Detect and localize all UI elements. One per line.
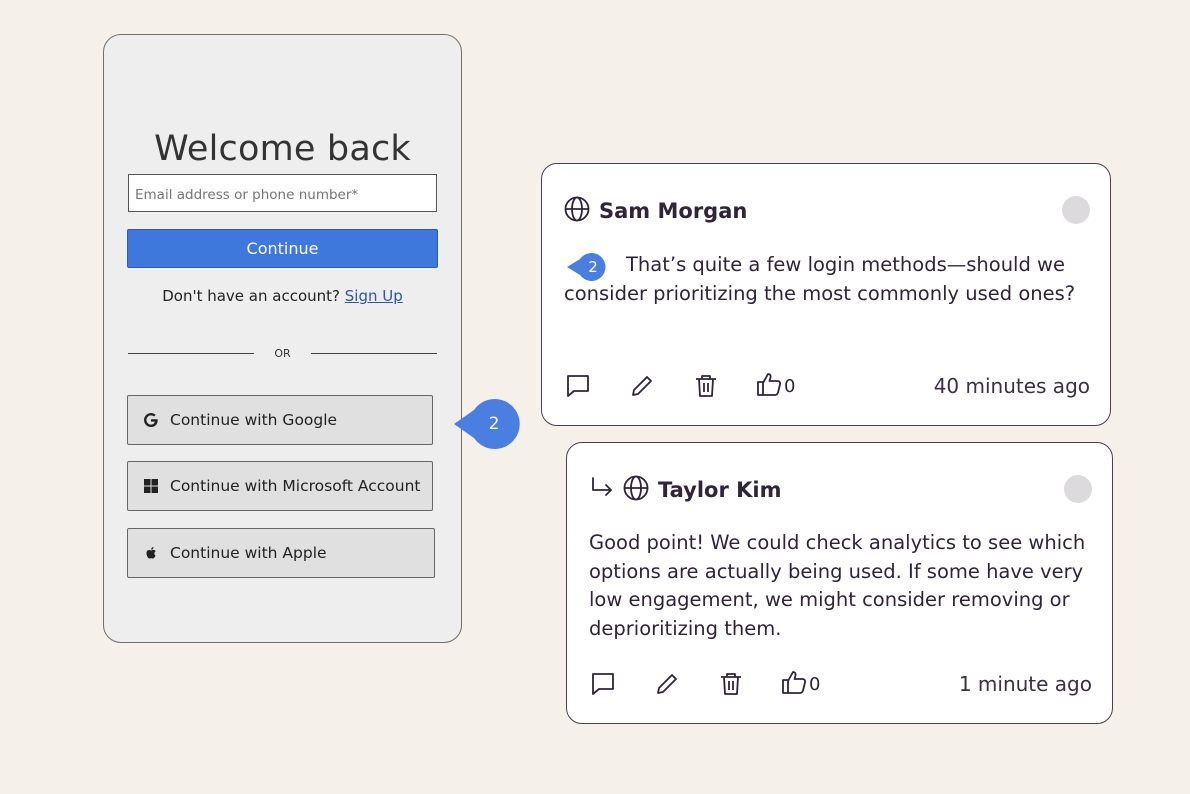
continue-button[interactable]: Continue	[127, 229, 438, 268]
google-login-button[interactable]: Continue with Google	[127, 395, 433, 445]
comment-actions: 0 1 minute ago	[589, 669, 1092, 699]
login-card: Welcome back Continue Don't have an acco…	[103, 34, 462, 643]
like-count: 0	[784, 375, 796, 397]
comment-actions: 0 40 minutes ago	[564, 371, 1090, 401]
or-label: OR	[274, 346, 291, 360]
divider-line-right	[311, 352, 437, 354]
signup-link[interactable]: Sign Up	[345, 287, 403, 305]
comment-timestamp: 1 minute ago	[958, 672, 1092, 696]
edit-icon[interactable]	[628, 372, 656, 400]
resolve-toggle[interactable]	[1064, 475, 1092, 503]
reply-icon[interactable]	[564, 372, 592, 400]
thumbs-up-icon	[781, 669, 808, 700]
google-login-label: Continue with Google	[170, 411, 338, 429]
microsoft-icon	[142, 477, 160, 495]
comment-header: Sam Morgan	[564, 196, 747, 226]
or-divider: OR	[128, 343, 437, 363]
reply-icon[interactable]	[589, 670, 617, 698]
like-count: 0	[809, 673, 821, 695]
apple-login-button[interactable]: Continue with Apple	[127, 528, 435, 578]
email-input[interactable]	[128, 174, 437, 212]
microsoft-login-button[interactable]: Continue with Microsoft Account	[127, 461, 433, 511]
delete-icon[interactable]	[692, 372, 720, 400]
apple-login-label: Continue with Apple	[170, 544, 327, 562]
signup-row: Don't have an account? Sign Up	[104, 287, 461, 305]
reply-arrow-icon	[589, 475, 615, 505]
comment-text: Good point! We could check analytics to …	[589, 531, 1086, 640]
like-button[interactable]: 0	[756, 371, 795, 402]
comment-timestamp: 40 minutes ago	[933, 374, 1090, 398]
like-button[interactable]: 0	[781, 669, 820, 700]
delete-icon[interactable]	[717, 670, 745, 698]
resolve-toggle[interactable]	[1062, 196, 1090, 224]
divider-line-left	[128, 352, 254, 354]
comment-text: That’s quite a few login methods—should …	[564, 253, 1076, 305]
login-title: Welcome back	[154, 129, 411, 169]
microsoft-login-label: Continue with Microsoft Account	[170, 477, 421, 495]
comment-card: Sam Morgan 2 That’s quite a few login me…	[541, 163, 1111, 426]
comment-header: Taylor Kim	[589, 475, 781, 505]
apple-icon	[142, 544, 160, 562]
globe-icon	[564, 196, 590, 226]
author-name: Sam Morgan	[599, 199, 748, 223]
edit-icon[interactable]	[653, 670, 681, 698]
globe-icon	[623, 475, 649, 505]
comment-marker-number: 2	[488, 414, 500, 434]
thumbs-up-icon	[756, 371, 783, 402]
reply-card: Taylor Kim Good point! We could check an…	[566, 442, 1113, 724]
google-icon	[142, 411, 160, 429]
author-name: Taylor Kim	[658, 478, 782, 502]
no-account-text: Don't have an account?	[162, 287, 340, 305]
